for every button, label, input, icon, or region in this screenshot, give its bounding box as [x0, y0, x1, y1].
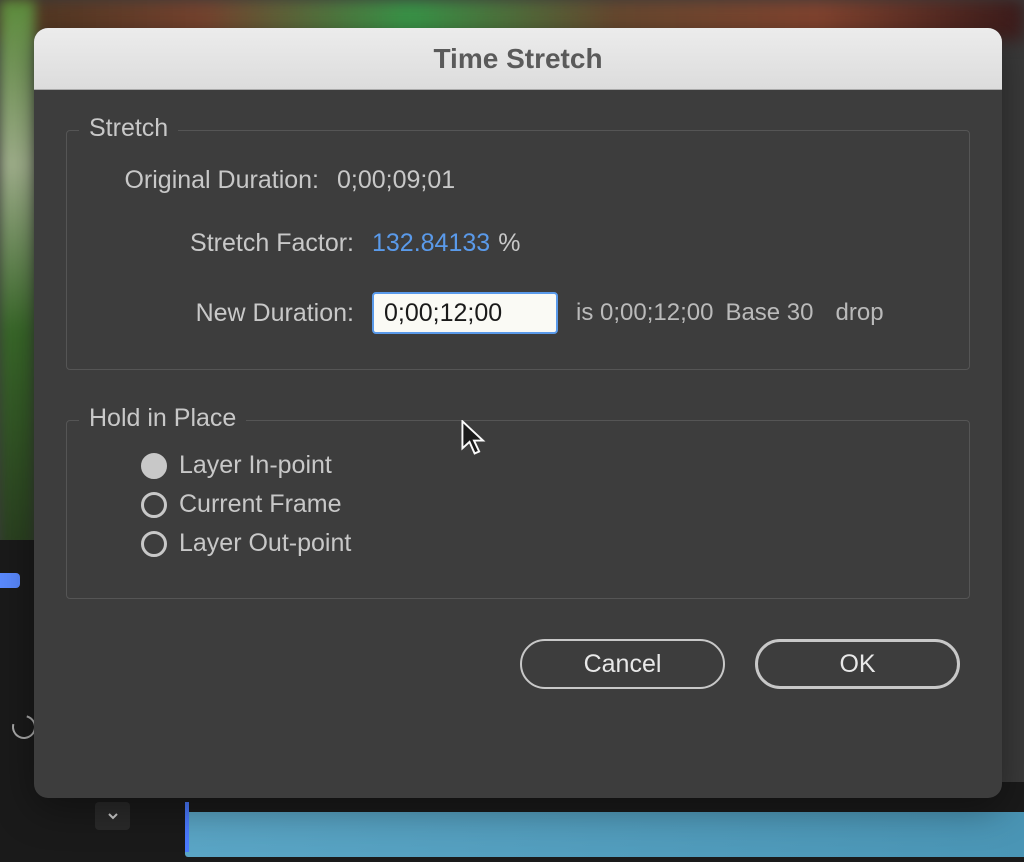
- collapse-button[interactable]: [95, 802, 130, 830]
- time-stretch-dialog: Time Stretch Stretch Original Duration: …: [34, 28, 1002, 798]
- stretch-legend: Stretch: [79, 114, 178, 143]
- radio-label: Layer In-point: [179, 451, 332, 480]
- timeline-layer-strip[interactable]: [185, 812, 1024, 857]
- radio-label: Layer Out-point: [179, 529, 351, 558]
- original-duration-value: 0;00;09;01: [337, 166, 455, 195]
- hold-in-place-fieldset: Hold in Place Layer In-point Current Fra…: [66, 420, 970, 599]
- radio-label: Current Frame: [179, 490, 342, 519]
- radio-current-frame[interactable]: Current Frame: [141, 490, 939, 519]
- new-duration-input[interactable]: [372, 292, 558, 334]
- new-duration-is-text: is 0;00;12;00: [576, 299, 713, 327]
- stretch-factor-row: Stretch Factor: 132.84133 %: [97, 229, 939, 258]
- new-duration-row: New Duration: is 0;00;12;00 Base 30 drop: [97, 292, 939, 334]
- stretch-factor-value[interactable]: 132.84133: [372, 229, 490, 258]
- stretch-factor-unit: %: [498, 229, 520, 258]
- chevron-down-icon: [105, 808, 121, 824]
- new-duration-label: New Duration:: [97, 299, 372, 328]
- cancel-button[interactable]: Cancel: [520, 639, 725, 689]
- radio-layer-out-point[interactable]: Layer Out-point: [141, 529, 939, 558]
- dialog-body: Stretch Original Duration: 0;00;09;01 St…: [34, 90, 1002, 719]
- stretch-factor-label: Stretch Factor:: [97, 229, 372, 258]
- radio-icon: [141, 531, 167, 557]
- ok-button[interactable]: OK: [755, 639, 960, 689]
- original-duration-label: Original Duration:: [97, 166, 337, 195]
- dialog-titlebar: Time Stretch: [34, 28, 1002, 90]
- new-duration-drop-text: drop: [836, 299, 884, 327]
- dialog-button-row: Cancel OK: [66, 639, 970, 689]
- hold-radio-group: Layer In-point Current Frame Layer Out-p…: [97, 451, 939, 558]
- radio-icon: [141, 453, 167, 479]
- original-duration-row: Original Duration: 0;00;09;01: [97, 166, 939, 195]
- stretch-fieldset: Stretch Original Duration: 0;00;09;01 St…: [66, 130, 970, 370]
- background-accent: [0, 573, 20, 588]
- new-duration-base-text: Base 30: [725, 299, 813, 327]
- timeline-playhead[interactable]: [185, 802, 189, 852]
- dialog-title: Time Stretch: [433, 43, 602, 75]
- radio-layer-in-point[interactable]: Layer In-point: [141, 451, 939, 480]
- radio-icon: [141, 492, 167, 518]
- hold-legend: Hold in Place: [79, 404, 246, 433]
- background-image-left: [0, 0, 35, 550]
